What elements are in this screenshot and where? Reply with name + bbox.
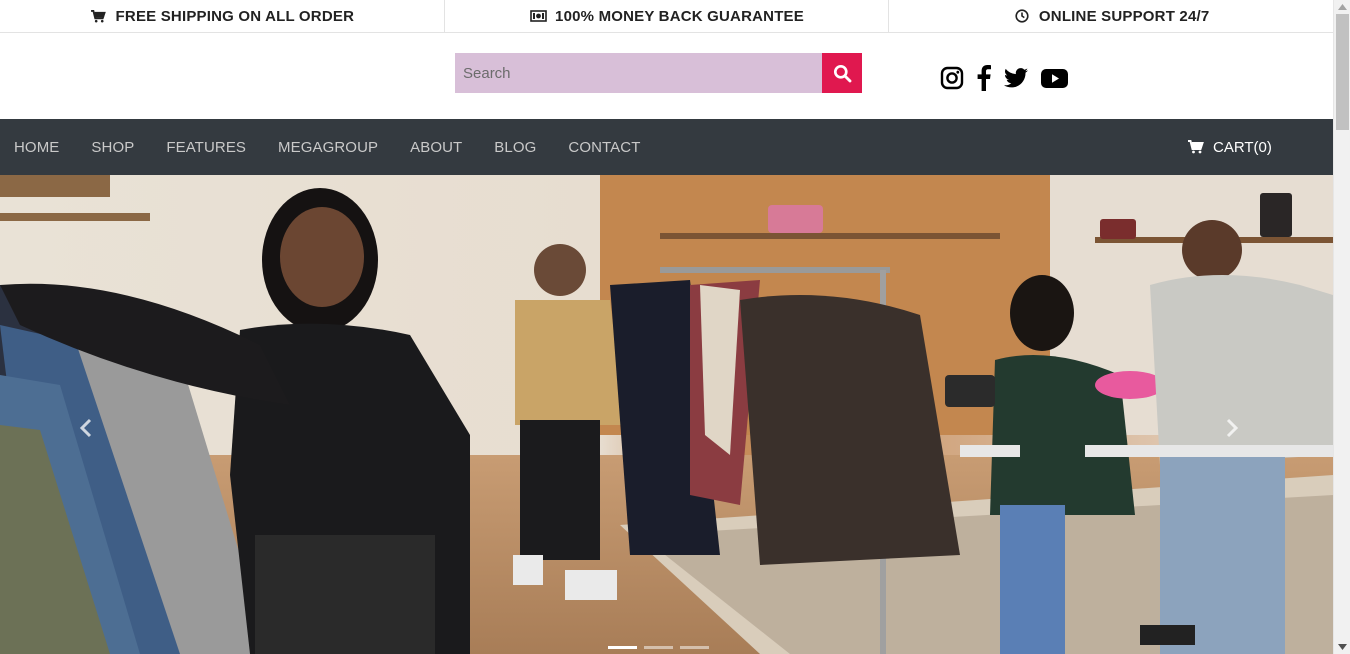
nav-item-contact[interactable]: CONTACT: [568, 139, 640, 156]
search-form: [455, 53, 862, 93]
instagram-icon[interactable]: [940, 65, 964, 91]
shipping-label: FREE SHIPPING ON ALL ORDER: [115, 7, 355, 25]
hero-carousel: [0, 175, 1333, 654]
social-links: [940, 65, 1081, 91]
guarantee-label: 100% MONEY BACK GUARANTEE: [555, 7, 804, 25]
main-nav: HOME SHOP FEATURES MEGAGROUP ABOUT BLOG …: [0, 119, 1333, 175]
money-icon: [529, 9, 547, 23]
scroll-up-arrow[interactable]: [1334, 0, 1350, 14]
clock-icon: [1013, 9, 1031, 23]
vertical-scrollbar[interactable]: [1333, 0, 1350, 654]
twitter-icon[interactable]: [1004, 65, 1028, 91]
search-button[interactable]: [822, 53, 862, 93]
carousel-next-button[interactable]: [1212, 413, 1252, 443]
cart-link[interactable]: CART(0): [1188, 119, 1272, 175]
search-input[interactable]: [455, 53, 822, 93]
page: FREE SHIPPING ON ALL ORDER 100% MONEY BA…: [0, 0, 1350, 654]
chevron-left-icon: [79, 418, 93, 438]
carousel-indicator-3[interactable]: [680, 646, 709, 649]
carousel-indicator-2[interactable]: [644, 646, 673, 649]
cart-label: CART(0): [1213, 138, 1272, 156]
nav-item-blog[interactable]: BLOG: [494, 139, 536, 156]
cart-icon: [90, 9, 108, 23]
nav-list: HOME SHOP FEATURES MEGAGROUP ABOUT BLOG …: [0, 119, 1333, 175]
nav-item-home[interactable]: HOME: [14, 139, 59, 156]
top-info-bar: FREE SHIPPING ON ALL ORDER 100% MONEY BA…: [0, 0, 1333, 33]
nav-item-about[interactable]: ABOUT: [410, 139, 462, 156]
nav-item-features[interactable]: FEATURES: [166, 139, 246, 156]
carousel-indicator-1[interactable]: [608, 646, 637, 649]
youtube-icon[interactable]: [1041, 65, 1068, 91]
scroll-down-arrow[interactable]: [1334, 640, 1350, 654]
search-icon: [833, 64, 852, 83]
shipping-info: FREE SHIPPING ON ALL ORDER: [0, 0, 445, 32]
support-info: ONLINE SUPPORT 24/7: [889, 0, 1333, 32]
nav-item-shop[interactable]: SHOP: [91, 139, 134, 156]
carousel-indicators: [608, 646, 716, 649]
nav-item-megagroup[interactable]: MEGAGROUP: [278, 139, 378, 156]
cart-icon: [1188, 140, 1204, 154]
carousel-prev-button[interactable]: [66, 413, 106, 443]
hero-image: [0, 175, 1333, 654]
header: [0, 33, 1333, 119]
facebook-icon[interactable]: [977, 65, 991, 91]
guarantee-info: 100% MONEY BACK GUARANTEE: [445, 0, 890, 32]
chevron-right-icon: [1225, 418, 1239, 438]
support-label: ONLINE SUPPORT 24/7: [1038, 7, 1210, 25]
scrollbar-thumb[interactable]: [1336, 14, 1349, 130]
